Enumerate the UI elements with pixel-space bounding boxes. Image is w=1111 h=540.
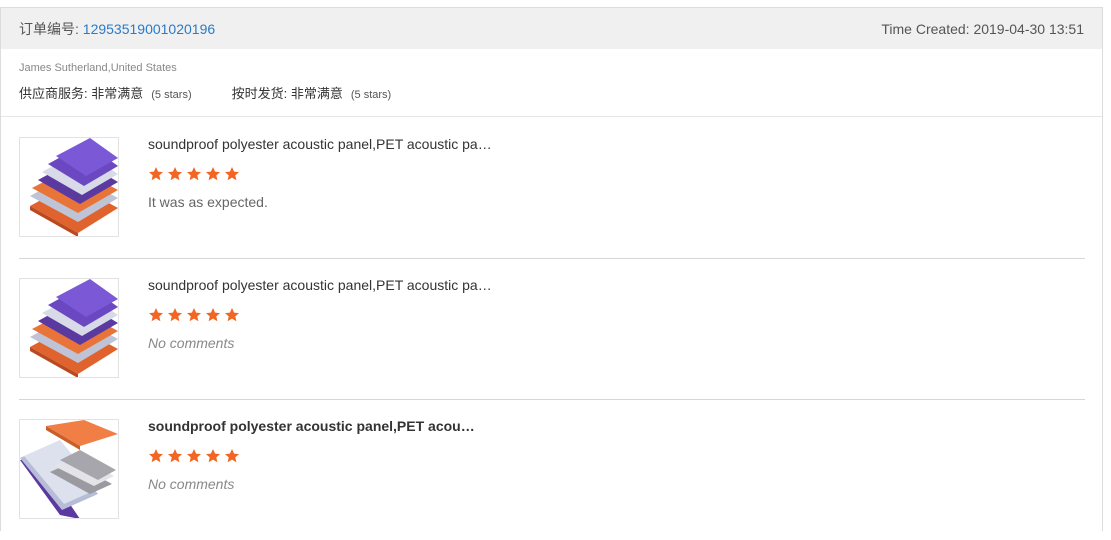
product-image[interactable] <box>19 137 119 237</box>
star-rating <box>148 307 243 323</box>
star-icon <box>168 308 182 322</box>
product-title[interactable]: soundproof polyester acoustic panel,PET … <box>148 418 475 434</box>
review-item: soundproof polyester acoustic panel,PET … <box>19 399 1085 540</box>
star-rating <box>148 166 243 182</box>
on-time-delivery-rating: 按时发货: 非常满意 (5 stars) <box>232 83 392 102</box>
star-icon <box>149 449 163 463</box>
order-number-label: 订单编号: <box>19 20 79 37</box>
product-image[interactable] <box>19 419 119 519</box>
review-item: soundproof polyester acoustic panel,PET … <box>19 117 1085 259</box>
rating-stars-text: (5 stars) <box>151 89 192 101</box>
rating-stars-text: (5 stars) <box>350 89 392 101</box>
star-icon <box>168 167 182 181</box>
time-created: Time Created: 2019-04-30 13:51 <box>881 21 1084 37</box>
star-icon <box>149 167 163 181</box>
star-icon <box>187 449 201 463</box>
order-number: 订单编号: 12953519001020196 <box>19 19 215 39</box>
product-title[interactable]: soundproof polyester acoustic panel,PET … <box>148 136 492 152</box>
review-comment: It was as expected. <box>148 194 268 210</box>
star-icon <box>149 308 163 322</box>
star-icon <box>225 167 239 181</box>
star-rating <box>148 448 243 464</box>
rating-label: 按时发货: <box>231 86 288 101</box>
product-image[interactable] <box>19 278 119 378</box>
order-id-link[interactable]: 12953519001020196 <box>83 21 215 37</box>
time-created-value: 2019-04-30 13:51 <box>973 20 1084 37</box>
review-item: soundproof polyester acoustic panel,PET … <box>19 258 1085 400</box>
buyer-section: James Sutherland,United States 供应商服务: 非常… <box>1 49 1102 117</box>
supplier-service-rating: 供应商服务: 非常满意 (5 stars) <box>19 83 192 102</box>
star-icon <box>225 449 239 463</box>
buyer-name: James Sutherland,United States <box>19 62 177 74</box>
seller-ratings: 供应商服务: 非常满意 (5 stars) 按时发货: 非常满意 (5 star… <box>19 83 1084 102</box>
star-icon <box>206 308 220 322</box>
review-comment: No comments <box>148 476 235 492</box>
star-icon <box>206 167 220 181</box>
rating-label: 供应商服务: <box>19 86 88 101</box>
star-icon <box>206 449 220 463</box>
star-icon <box>187 167 201 181</box>
star-icon <box>225 308 239 322</box>
order-header: 订单编号: 12953519001020196 Time Created: 20… <box>1 8 1102 49</box>
rating-value: 非常满意 <box>290 86 343 101</box>
star-icon <box>187 308 201 322</box>
rating-value: 非常满意 <box>91 86 144 101</box>
review-card: 订单编号: 12953519001020196 Time Created: 20… <box>0 7 1103 531</box>
product-title[interactable]: soundproof polyester acoustic panel,PET … <box>148 277 492 293</box>
time-created-label: Time Created: <box>881 20 970 37</box>
star-icon <box>168 449 182 463</box>
review-comment: No comments <box>148 335 235 351</box>
